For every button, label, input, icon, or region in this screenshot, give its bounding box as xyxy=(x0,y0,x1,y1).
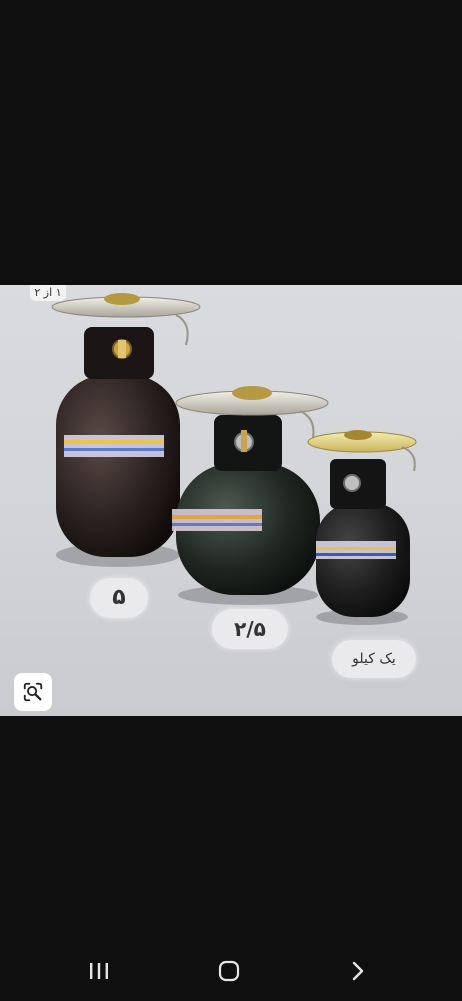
page-indicator: ۱ از ۲ xyxy=(30,285,66,301)
back-button[interactable] xyxy=(328,941,388,1001)
size-label-large: ۵ xyxy=(90,578,148,618)
recents-button[interactable] xyxy=(69,941,129,1001)
size-label-medium: ۲/۵ xyxy=(212,609,288,649)
cylinder-medium xyxy=(172,386,329,605)
lens-button[interactable] xyxy=(14,673,52,711)
google-lens-icon xyxy=(23,682,43,702)
product-image[interactable]: ۱ از ۲ ۵ ۲/۵ یک کیلو xyxy=(0,285,462,716)
cylinder-small xyxy=(307,430,417,625)
recent-apps-icon xyxy=(90,963,108,979)
back-chevron-icon xyxy=(352,961,364,981)
size-label-small: یک کیلو xyxy=(332,640,416,678)
home-icon xyxy=(218,960,240,982)
navigation-bar xyxy=(0,941,462,1001)
home-button[interactable] xyxy=(199,941,259,1001)
